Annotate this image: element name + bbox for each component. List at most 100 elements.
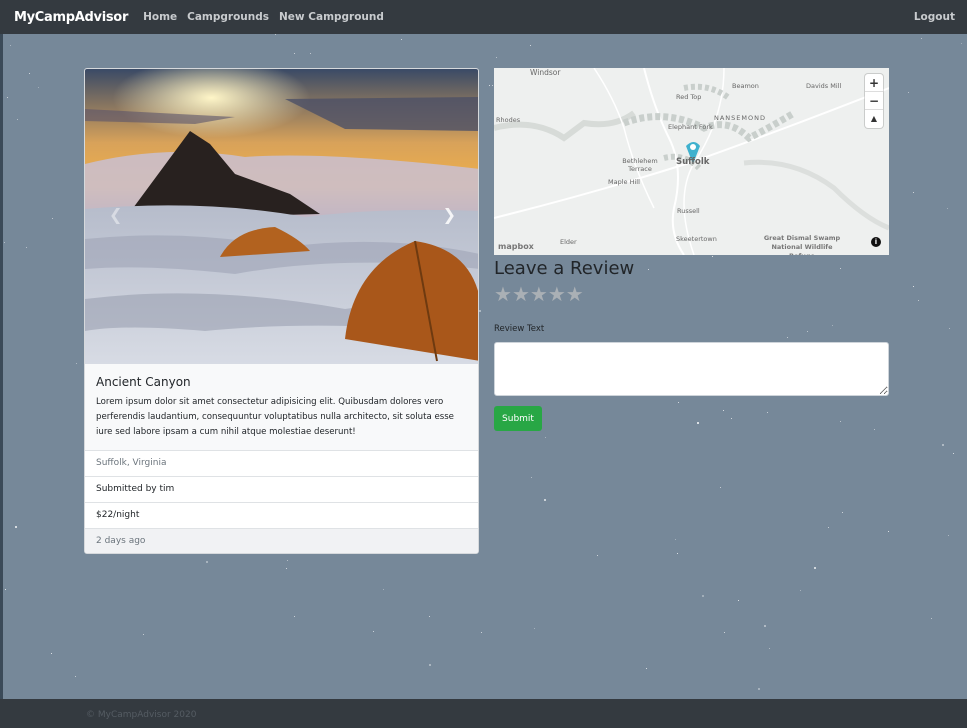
review-text-label: Review Text: [494, 324, 545, 334]
background-star: [143, 634, 145, 636]
info-icon[interactable]: i: [871, 237, 881, 247]
background-star: [530, 45, 532, 47]
background-star: [287, 560, 289, 562]
background-star: [731, 418, 733, 420]
background-star: [947, 208, 949, 210]
star-icon[interactable]: ★: [566, 284, 584, 304]
nav-home[interactable]: Home: [143, 11, 177, 23]
background-star: [10, 45, 12, 47]
background-star: [738, 600, 740, 602]
background-star: [429, 616, 431, 618]
zoom-in-button[interactable]: +: [865, 74, 883, 92]
background-star: [758, 688, 760, 690]
review-heading: Leave a Review: [494, 258, 635, 279]
navbar: MyCampAdvisor Home Campgrounds New Campg…: [0, 0, 967, 34]
map-label-skeetertown: Skeetertown: [676, 235, 717, 243]
background-star: [38, 87, 40, 89]
background-star: [888, 531, 890, 533]
background-star: [496, 57, 498, 59]
background-star: [294, 616, 296, 618]
background-star: [832, 325, 834, 327]
map-label-maple-hill: Maple Hill: [608, 178, 640, 186]
star-icon[interactable]: ★: [512, 284, 530, 304]
background-star: [828, 527, 830, 529]
background-star: [697, 422, 699, 424]
campground-title: Ancient Canyon: [96, 375, 191, 389]
background-star: [531, 477, 533, 479]
background-star: [429, 664, 431, 666]
submit-review-button[interactable]: Submit: [494, 406, 542, 431]
map-label-davids-mill: Davids Mill: [806, 82, 842, 90]
background-star: [286, 568, 288, 570]
star-rating[interactable]: ★ ★ ★ ★ ★: [494, 284, 584, 304]
background-star: [206, 561, 208, 563]
mapbox-logo[interactable]: mapbox: [498, 242, 534, 251]
background-star: [26, 247, 28, 249]
background-star: [489, 85, 491, 87]
map-label-nansemond: NANSEMOND: [714, 114, 766, 122]
campground-posted-time: 2 days ago: [85, 529, 478, 553]
map-label-rhodes: Rhodes: [496, 116, 521, 124]
background-star: [401, 39, 403, 41]
background-star: [840, 268, 842, 270]
background-star: [646, 668, 648, 670]
card-body: Ancient Canyon Lorem ipsum dolor sit ame…: [85, 364, 478, 451]
campground-image: [85, 69, 478, 364]
background-star: [15, 526, 17, 528]
campground-map[interactable]: Windsor Beamon Davids Mill Red Top NANSE…: [494, 68, 889, 255]
background-star: [948, 535, 950, 537]
background-star: [807, 331, 809, 333]
logout-link[interactable]: Logout: [914, 11, 955, 23]
nav-new-campground[interactable]: New Campground: [279, 11, 384, 23]
background-star: [769, 648, 771, 650]
brand-link[interactable]: MyCampAdvisor: [14, 10, 128, 25]
background-star: [702, 595, 704, 597]
star-icon[interactable]: ★: [530, 284, 548, 304]
campground-card: ❮ ❯ Ancient Canyon Lorem ipsum dolor sit…: [84, 68, 479, 554]
chevron-right-icon[interactable]: ❯: [443, 205, 456, 224]
star-icon[interactable]: ★: [548, 284, 566, 304]
background-star: [5, 589, 7, 591]
campground-price: $22/night: [85, 503, 478, 529]
map-label-red-top: Red Top: [676, 93, 702, 101]
background-star: [723, 410, 725, 412]
compass-button[interactable]: ▲: [865, 110, 883, 128]
map-label-russell: Russell: [677, 207, 700, 215]
chevron-left-icon[interactable]: ❮: [109, 205, 122, 224]
background-star: [724, 632, 726, 634]
map-label-suffolk: Suffolk: [676, 157, 710, 167]
background-star: [677, 553, 679, 555]
background-star: [597, 555, 599, 557]
background-star: [767, 412, 769, 414]
background-star: [800, 590, 802, 592]
background-star: [545, 437, 547, 439]
background-star: [29, 73, 31, 75]
background-star: [840, 421, 842, 423]
background-star: [373, 631, 375, 633]
review-text-input[interactable]: [494, 342, 889, 396]
background-star: [4, 242, 6, 244]
campground-carousel[interactable]: ❮ ❯: [85, 69, 478, 364]
background-star: [52, 218, 54, 220]
background-star: [918, 300, 920, 302]
map-label-great-dismal-swamp: Great Dismal Swamp National Wildlife Ref…: [763, 234, 841, 255]
background-star: [764, 625, 766, 627]
map-label-bethlehem-terrace: Bethlehem Terrace: [622, 157, 658, 173]
background-star: [51, 653, 53, 655]
background-star: [942, 444, 944, 446]
background-star: [310, 53, 312, 55]
star-icon[interactable]: ★: [494, 284, 512, 304]
zoom-out-button[interactable]: −: [865, 92, 883, 110]
background-star: [931, 618, 933, 620]
background-star: [648, 269, 650, 271]
background-star: [492, 85, 494, 87]
background-star: [720, 487, 722, 489]
background-star: [908, 92, 910, 94]
background-star: [75, 676, 77, 678]
background-star: [479, 310, 481, 312]
map-label-beamon: Beamon: [732, 82, 759, 90]
background-star: [481, 632, 483, 634]
nav-campgrounds[interactable]: Campgrounds: [187, 11, 269, 23]
campground-description: Lorem ipsum dolor sit amet consectetur a…: [96, 397, 454, 437]
background-star: [678, 402, 680, 404]
